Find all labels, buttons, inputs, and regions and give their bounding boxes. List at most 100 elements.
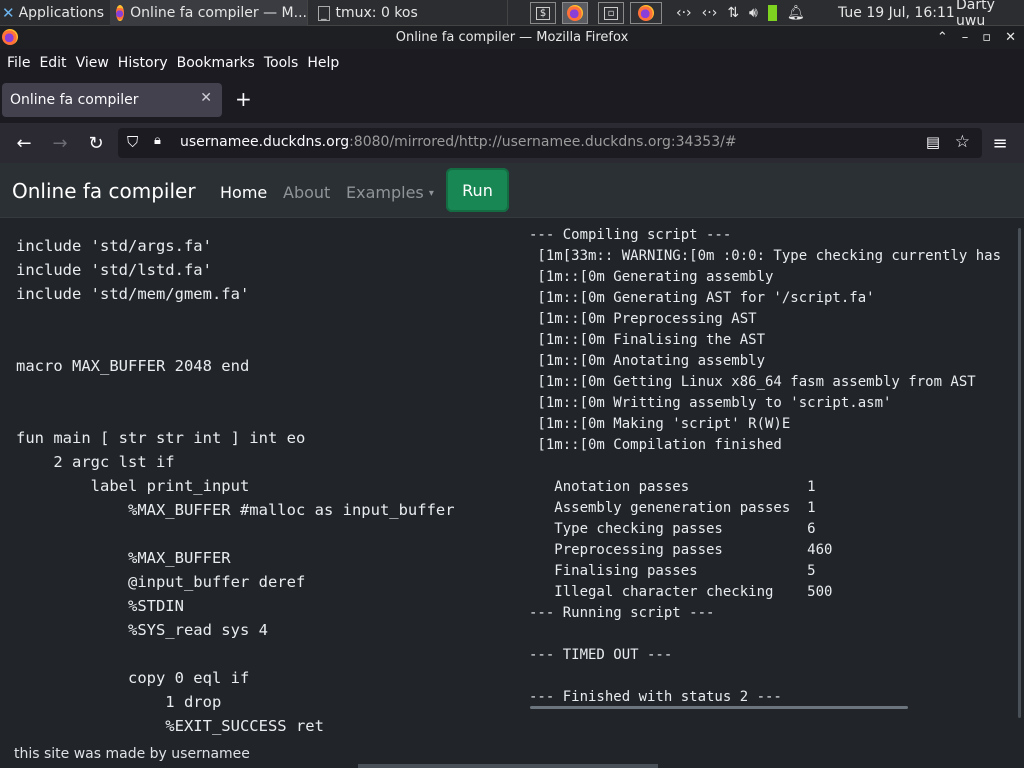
code-line: %EXIT_SUCCESS ret: [16, 717, 324, 735]
site-brand[interactable]: Online fa compiler: [12, 179, 196, 203]
output-line: Type checking passes 6: [529, 521, 816, 537]
tab-close-icon[interactable]: ✕: [200, 90, 212, 106]
menu-file[interactable]: File: [7, 55, 30, 71]
chevron-down-icon: ▾: [428, 188, 434, 199]
hamburger-menu-icon[interactable]: ≡: [988, 131, 1012, 155]
nav-examples[interactable]: Examples ▾: [346, 183, 434, 202]
menu-history[interactable]: History: [118, 55, 168, 71]
applications-menu[interactable]: ✕ Applications: [0, 0, 108, 26]
url-bar[interactable]: ⛉ 🔒︎ usernamee.duckdns.org:8080/mirrored…: [118, 128, 982, 158]
window-minimize-icon[interactable]: –: [962, 30, 969, 45]
output-line: --- Finished with status 2 ---: [529, 689, 782, 705]
system-taskbar: ✕ Applications Online fa compiler — M...…: [0, 0, 1024, 29]
output-line: Anotation passes 1: [529, 479, 816, 495]
taskbar-window-label: Online fa compiler — M...: [130, 5, 307, 21]
code-line: fun main [ str str int ] int eo: [16, 429, 306, 447]
menu-help[interactable]: Help: [307, 55, 339, 71]
code-line: macro MAX_BUFFER 2048 end: [16, 357, 250, 375]
forward-arrow-icon[interactable]: →: [48, 131, 72, 155]
output-line: [1m::[0m Compilation finished: [529, 437, 782, 453]
run-button[interactable]: Run: [446, 168, 509, 212]
window-maximize-icon[interactable]: ▫: [982, 30, 991, 45]
output-line: --- Running script ---: [529, 605, 715, 621]
code-editor[interactable]: include 'std/args.fa' include 'std/lstd.f…: [0, 218, 510, 740]
code-line: @input_buffer deref: [16, 573, 306, 591]
code-line: include 'std/args.fa': [16, 237, 212, 255]
output-line: [1m::[0m Getting Linux x86_64 fasm assem…: [529, 374, 976, 390]
output-line: [1m[33m:: WARNING:[0m :0:0: Type checkin…: [529, 248, 1002, 264]
output-line: [1m::[0m Anotating assembly: [529, 353, 766, 369]
code-line: %SYS_read sys 4: [16, 621, 268, 639]
window-close-icon[interactable]: ✕: [1005, 30, 1016, 45]
network2-icon[interactable]: ‹·›: [702, 5, 718, 21]
battery-icon[interactable]: [767, 5, 777, 21]
url-text[interactable]: usernamee.duckdns.org:8080/mirrored/http…: [180, 134, 737, 150]
code-line: label print_input: [16, 477, 250, 495]
user-menu[interactable]: Darty uwu: [956, 0, 1024, 29]
window-collapse-icon[interactable]: ⌃: [937, 30, 948, 45]
reload-icon[interactable]: ↻: [84, 131, 108, 155]
reader-view-icon[interactable]: ▤: [926, 133, 940, 151]
page-vertical-scrollbar[interactable]: [1018, 228, 1021, 718]
workspace-window-icon[interactable]: ▫: [598, 2, 624, 24]
nav-home[interactable]: Home: [220, 183, 267, 202]
lock-icon[interactable]: 🔒︎: [154, 133, 161, 148]
page-horizontal-scrollbar[interactable]: [358, 764, 658, 768]
output-line: Preprocessing passes 460: [529, 542, 833, 558]
workspace-firefox2-icon[interactable]: [630, 2, 662, 24]
workspace-firefox-icon[interactable]: [562, 2, 588, 24]
menu-bookmarks[interactable]: Bookmarks: [177, 55, 255, 71]
workspace-terminal-icon[interactable]: $: [530, 2, 556, 24]
applications-label: Applications: [18, 5, 105, 21]
nav-about[interactable]: About: [283, 183, 330, 202]
output-line: Assembly geneneration passes 1: [529, 500, 816, 516]
bookmark-star-icon[interactable]: ☆: [955, 132, 970, 152]
network-icon[interactable]: ‹·›: [676, 5, 692, 21]
site-navbar: Online fa compiler Home About Examples ▾…: [0, 163, 1024, 218]
output-line: [1m::[0m Making 'script' R(W)E: [529, 416, 791, 432]
taskbar-window-label: tmux: 0 kos: [335, 5, 418, 21]
code-line: include 'std/mem/gmem.fa': [16, 285, 250, 303]
menu-edit[interactable]: Edit: [39, 55, 66, 71]
transfer-arrows-icon[interactable]: ⇅: [727, 5, 739, 21]
tab-online-fa-compiler[interactable]: Online fa compiler ✕: [2, 83, 222, 117]
code-line: 2 argc lst if: [16, 453, 175, 471]
code-line: %MAX_BUFFER: [16, 549, 231, 567]
clock[interactable]: Tue 19 Jul, 16:11: [838, 0, 955, 26]
volume-icon[interactable]: 🔊︎: [749, 5, 758, 21]
firefox-icon: [2, 29, 18, 45]
code-line: 1 drop: [16, 693, 222, 711]
code-line: %STDIN: [16, 597, 184, 615]
output-line: [1m::[0m Generating assembly: [529, 269, 774, 285]
code-line: include 'std/lstd.fa': [16, 261, 212, 279]
notification-bell-icon[interactable]: 🔔︎: [787, 5, 805, 21]
xfce-logo-icon: ✕: [2, 4, 15, 22]
window-titlebar: Online fa compiler — Mozilla Firefox ⌃ –…: [0, 26, 1024, 49]
menu-view[interactable]: View: [76, 55, 109, 71]
output-horizontal-scrollbar[interactable]: [530, 706, 908, 709]
code-line: %MAX_BUFFER #malloc as input_buffer: [16, 501, 455, 519]
output-panel: --- Compiling script --- [1m[33m:: WARNI…: [520, 218, 1014, 718]
taskbar-window-tmux[interactable]: _ tmux: 0 kos: [312, 0, 508, 26]
shield-icon[interactable]: ⛉: [127, 133, 138, 151]
menu-tools[interactable]: Tools: [264, 55, 299, 71]
output-line: [1m::[0m Writting assembly to 'script.as…: [529, 395, 892, 411]
navigation-toolbar: ← → ↻ ⛉ 🔒︎ usernamee.duckdns.org:8080/mi…: [0, 123, 1024, 163]
output-line: [1m::[0m Preprocessing AST: [529, 311, 757, 327]
output-line: [1m::[0m Finalising the AST: [529, 332, 766, 348]
taskbar-window-firefox[interactable]: Online fa compiler — M...: [110, 0, 308, 26]
output-line: [1m::[0m Generating AST for '/script.fa': [529, 290, 875, 306]
menu-bar: File Edit View History Bookmarks Tools H…: [0, 49, 1024, 77]
window-title: Online fa compiler — Mozilla Firefox: [395, 30, 629, 45]
code-line: copy 0 eql if: [16, 669, 250, 687]
output-line: Illegal character checking 500: [529, 584, 833, 600]
terminal-icon: _: [318, 5, 330, 21]
output-line: --- Compiling script ---: [529, 227, 732, 243]
new-tab-icon[interactable]: +: [235, 89, 252, 109]
firefox-icon: [116, 5, 125, 21]
nav-examples-label: Examples: [346, 183, 424, 202]
url-path: :8080/mirrored/http://usernamee.duckdns.…: [349, 134, 737, 150]
output-line: Finalising passes 5: [529, 563, 816, 579]
tab-strip: Online fa compiler ✕ +: [0, 77, 1024, 123]
back-arrow-icon[interactable]: ←: [12, 131, 36, 155]
